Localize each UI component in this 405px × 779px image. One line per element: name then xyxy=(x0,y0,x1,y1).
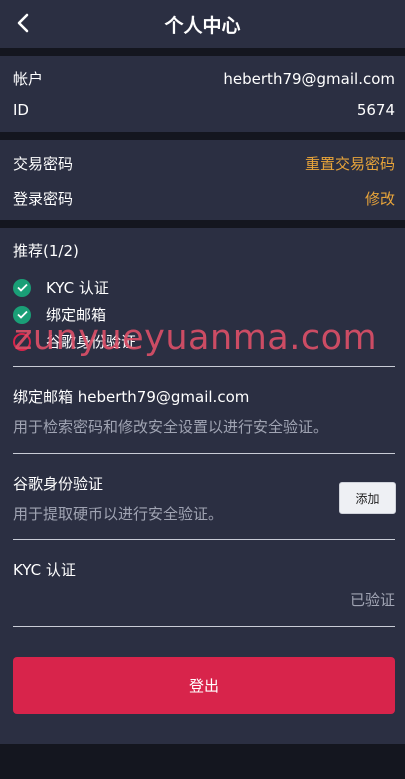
google-card-title: 谷歌身份验证 xyxy=(13,475,104,493)
page-title: 个人中心 xyxy=(164,14,241,37)
logout-button[interactable]: 登出 xyxy=(13,657,395,714)
divider xyxy=(13,453,395,454)
trade-password-label: 交易密码 xyxy=(13,155,74,173)
add-google-auth-button[interactable]: 添加 xyxy=(339,482,396,514)
id-row: ID 5674 xyxy=(13,101,395,119)
back-button[interactable] xyxy=(10,8,36,38)
top-bar: 个人中心 xyxy=(0,0,405,48)
account-row: 帐户 heberth79@gmail.com xyxy=(13,68,395,89)
password-section: 交易密码 重置交易密码 登录密码 修改 xyxy=(0,140,405,220)
recommend-item-label: 谷歌身份验证 xyxy=(46,333,137,351)
trade-password-row: 交易密码 重置交易密码 xyxy=(13,153,395,174)
divider xyxy=(13,366,395,367)
login-password-label: 登录密码 xyxy=(13,190,74,208)
change-login-password-link[interactable]: 修改 xyxy=(365,188,395,209)
google-card-desc: 用于提取硬币以进行安全验证。 xyxy=(13,505,224,523)
reset-trade-password-link[interactable]: 重置交易密码 xyxy=(305,153,395,174)
check-icon xyxy=(13,305,31,324)
email-card-title: 绑定邮箱 heberth79@gmail.com xyxy=(13,388,250,406)
recommend-item-label: 绑定邮箱 xyxy=(46,306,107,324)
kyc-card-title: KYC 认证 xyxy=(13,561,76,579)
chevron-left-icon xyxy=(17,13,29,33)
recommend-item-google: 谷歌身份验证 xyxy=(13,331,136,352)
recommend-title: 推荐(1/2) xyxy=(13,242,79,260)
divider xyxy=(13,626,395,627)
id-value: 5674 xyxy=(356,101,395,119)
recommend-item-kyc: KYC 认证 xyxy=(13,277,109,298)
login-password-row: 登录密码 修改 xyxy=(13,188,395,209)
account-value: heberth79@gmail.com xyxy=(223,69,395,88)
divider xyxy=(13,539,395,540)
id-label: ID xyxy=(13,101,29,119)
account-label: 帐户 xyxy=(13,70,44,88)
kyc-status: 已验证 xyxy=(349,591,395,609)
pending-icon xyxy=(13,332,31,351)
recommend-item-label: KYC 认证 xyxy=(46,279,109,297)
account-section: 帐户 heberth79@gmail.com ID 5674 xyxy=(0,56,405,132)
recommend-item-email: 绑定邮箱 xyxy=(13,304,106,325)
check-icon xyxy=(13,278,31,297)
email-card-desc: 用于检索密码和修改安全设置以进行安全验证。 xyxy=(13,418,329,436)
